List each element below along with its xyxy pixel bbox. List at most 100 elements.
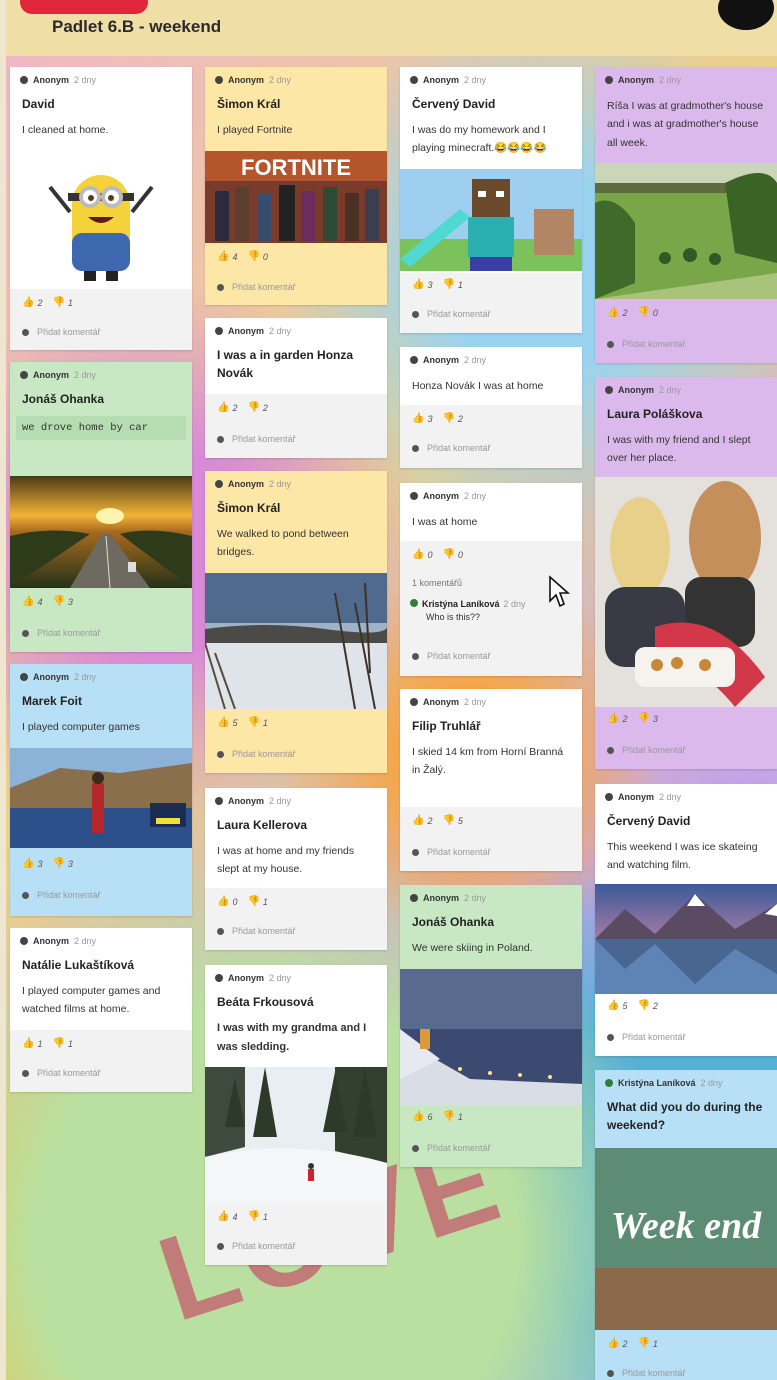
dislike-button[interactable]: 👎 0 bbox=[637, 307, 657, 318]
add-comment-button[interactable]: Přidat komentář bbox=[412, 443, 491, 453]
like-button[interactable]: 👍 2 bbox=[607, 713, 627, 724]
add-comment-button[interactable]: Přidat komentář bbox=[412, 1143, 491, 1153]
dislike-button[interactable]: 👎 2 bbox=[442, 413, 462, 424]
post-title: Jonáš Ohanka bbox=[22, 392, 105, 406]
dislike-button[interactable]: 👎 5 bbox=[442, 815, 462, 826]
dislike-button[interactable]: 👎 1 bbox=[442, 1111, 462, 1122]
post-card[interactable]: Anonym 2 dny Honza Novák I was at home 👍 3… bbox=[400, 347, 582, 468]
like-button[interactable]: 👍 4 bbox=[217, 1211, 237, 1222]
mountain-lake-image[interactable] bbox=[595, 884, 777, 994]
like-button[interactable]: 👍 3 bbox=[22, 858, 42, 869]
add-comment-button[interactable]: Přidat komentář bbox=[217, 282, 296, 292]
avatar-icon bbox=[20, 371, 28, 379]
add-comment-button[interactable]: Přidat komentář bbox=[412, 847, 491, 857]
like-button[interactable]: 👍 5 bbox=[607, 1000, 627, 1011]
post-card[interactable]: Anonym 2 dny Natálie Lukaštíková I played… bbox=[10, 928, 192, 1092]
post-author: Anonym 2 dny bbox=[205, 318, 387, 336]
like-button[interactable]: 👍 1 bbox=[22, 1038, 42, 1049]
add-comment-button[interactable]: Přidat komentář bbox=[607, 745, 686, 755]
like-button[interactable]: 👍 2 bbox=[607, 307, 627, 318]
ski-resort-image[interactable] bbox=[400, 969, 582, 1105]
dislike-button[interactable]: 👎 1 bbox=[247, 717, 267, 728]
like-button[interactable]: 👍 3 bbox=[412, 413, 432, 424]
post-footer: 👍 2 👎 0 Přidat komentář bbox=[595, 301, 777, 363]
dislike-button[interactable]: 👎 1 bbox=[247, 1211, 267, 1222]
post-card[interactable]: Anonym 2 dny Marek Foit I played computer… bbox=[10, 664, 192, 916]
post-author: Anonym 2 dny bbox=[205, 965, 387, 983]
post-card[interactable]: Anonym 2 dny Červený David This weekend I… bbox=[595, 784, 777, 1056]
header-badge[interactable] bbox=[20, 0, 148, 14]
post-card[interactable]: Anonym 2 dny David I cleaned at home. 👍 2 👎… bbox=[10, 67, 192, 350]
add-comment-button[interactable]: Přidat komentář bbox=[22, 628, 101, 638]
friends-sleepover-image[interactable] bbox=[595, 477, 777, 707]
fullscreen-icon[interactable] bbox=[718, 0, 774, 30]
like-button[interactable]: 👍 2 bbox=[607, 1338, 627, 1349]
post-body: I was with my grandma and I was sledding… bbox=[217, 1022, 367, 1054]
avatar-icon bbox=[410, 356, 418, 364]
add-comment-button[interactable]: Přidat komentář bbox=[22, 890, 101, 900]
post-footer: 👍 2 👎 1 Přidat komentář bbox=[595, 1330, 777, 1380]
like-button[interactable]: 👍 3 bbox=[412, 279, 432, 290]
post-card[interactable]: Anonym 2 dny Jonáš Ohanka we drove home b… bbox=[10, 362, 192, 652]
game-screenshot-image[interactable] bbox=[10, 748, 192, 848]
like-button[interactable]: 👍 2 bbox=[22, 297, 42, 308]
add-comment-button[interactable]: Přidat komentář bbox=[217, 1241, 296, 1251]
like-button[interactable]: 👍 4 bbox=[217, 251, 237, 262]
post-card[interactable]: Anonym 2 dny Šimon Král I played Fortnite… bbox=[205, 67, 387, 305]
fortnite-image[interactable]: FORTNITE bbox=[205, 151, 387, 243]
post-card[interactable]: Anonym 2 dny Laura Kellerova I was at hom… bbox=[205, 788, 387, 950]
dislike-button[interactable]: 👎 3 bbox=[637, 713, 657, 724]
post-body: I was at home bbox=[412, 516, 478, 528]
post-footer: 👍 6 👎 1 Přidat komentář bbox=[400, 1105, 582, 1167]
add-comment-button[interactable]: Přidat komentář bbox=[217, 434, 296, 444]
dislike-button[interactable]: 👎 3 bbox=[52, 858, 72, 869]
add-comment-button[interactable]: Přidat komentář bbox=[22, 1068, 101, 1078]
post-card[interactable]: Anonym 2 dny Jonáš Ohanka We were skiing … bbox=[400, 885, 582, 1167]
dislike-button[interactable]: 👎 0 bbox=[442, 549, 462, 560]
post-card[interactable]: Anonym 2 dny Šimon Král We walked to pond… bbox=[205, 471, 387, 773]
dislike-button[interactable]: 👎 0 bbox=[247, 251, 267, 262]
add-comment-button[interactable]: Přidat komentář bbox=[607, 1032, 686, 1042]
post-card[interactable]: Anonym 2 dny Laura Poláškova I was with m… bbox=[595, 377, 777, 769]
dislike-button[interactable]: 👎 1 bbox=[637, 1338, 657, 1349]
dislike-button[interactable]: 👎 1 bbox=[247, 896, 267, 907]
post-card[interactable]: Anonym 2 dny I was a in garden Honza Nová… bbox=[205, 318, 387, 458]
sledding-image[interactable] bbox=[205, 1067, 387, 1203]
add-comment-button[interactable]: Přidat komentář bbox=[607, 339, 686, 349]
meadow-image[interactable] bbox=[595, 163, 777, 299]
dislike-button[interactable]: 👎 1 bbox=[442, 279, 462, 290]
dislike-button[interactable]: 👎 3 bbox=[52, 596, 72, 607]
frozen-pond-image[interactable] bbox=[205, 573, 387, 709]
add-comment-button[interactable]: Přidat komentář bbox=[217, 749, 296, 759]
minecraft-image[interactable] bbox=[400, 169, 582, 271]
like-button[interactable]: 👍 4 bbox=[22, 596, 42, 607]
like-button[interactable]: 👍 5 bbox=[217, 717, 237, 728]
post-card[interactable]: Anonym 2 dny Červený David I was do my ho… bbox=[400, 67, 582, 333]
add-comment-button[interactable]: Přidat komentář bbox=[412, 309, 491, 319]
like-button[interactable]: 👍 6 bbox=[412, 1111, 432, 1122]
add-comment-button[interactable]: Přidat komentář bbox=[412, 651, 491, 661]
dislike-button[interactable]: 👎 2 bbox=[637, 1000, 657, 1011]
header-bar: Padlet 6.B - weekend bbox=[6, 0, 777, 56]
add-comment-button[interactable]: Přidat komentář bbox=[607, 1368, 686, 1378]
post-card[interactable]: Kristýna Laníková 2 dny What did you do d… bbox=[595, 1070, 777, 1380]
minion-image[interactable] bbox=[10, 167, 192, 287]
dislike-button[interactable]: 👎 1 bbox=[52, 1038, 72, 1049]
add-comment-button[interactable]: Přidat komentář bbox=[22, 327, 101, 337]
post-footer: 👍 5 👎 1 Přidat komentář bbox=[205, 711, 387, 773]
like-button[interactable]: 👍 2 bbox=[217, 402, 237, 413]
like-button[interactable]: 👍 0 bbox=[412, 549, 432, 560]
avatar-icon bbox=[410, 492, 418, 500]
like-button[interactable]: 👍 2 bbox=[412, 815, 432, 826]
dislike-button[interactable]: 👎 1 bbox=[52, 297, 72, 308]
add-comment-button[interactable]: Přidat komentář bbox=[217, 926, 296, 936]
dislike-button[interactable]: 👎 2 bbox=[247, 402, 267, 413]
like-button[interactable]: 👍 0 bbox=[217, 896, 237, 907]
weekend-image[interactable]: Week end bbox=[595, 1148, 777, 1330]
post-card[interactable]: Anonym 2 dny Beáta Frkousová I was with m… bbox=[205, 965, 387, 1265]
post-card[interactable]: Anonym 2 dny Ríša I was at gradmother's h… bbox=[595, 67, 777, 363]
post-author: Anonym 2 dny bbox=[400, 347, 582, 365]
post-author: Anonym 2 dny bbox=[400, 67, 582, 85]
post-card[interactable]: Anonym 2 dny Filip Truhlář I skied 14 km … bbox=[400, 689, 582, 871]
highway-image[interactable] bbox=[10, 476, 192, 588]
